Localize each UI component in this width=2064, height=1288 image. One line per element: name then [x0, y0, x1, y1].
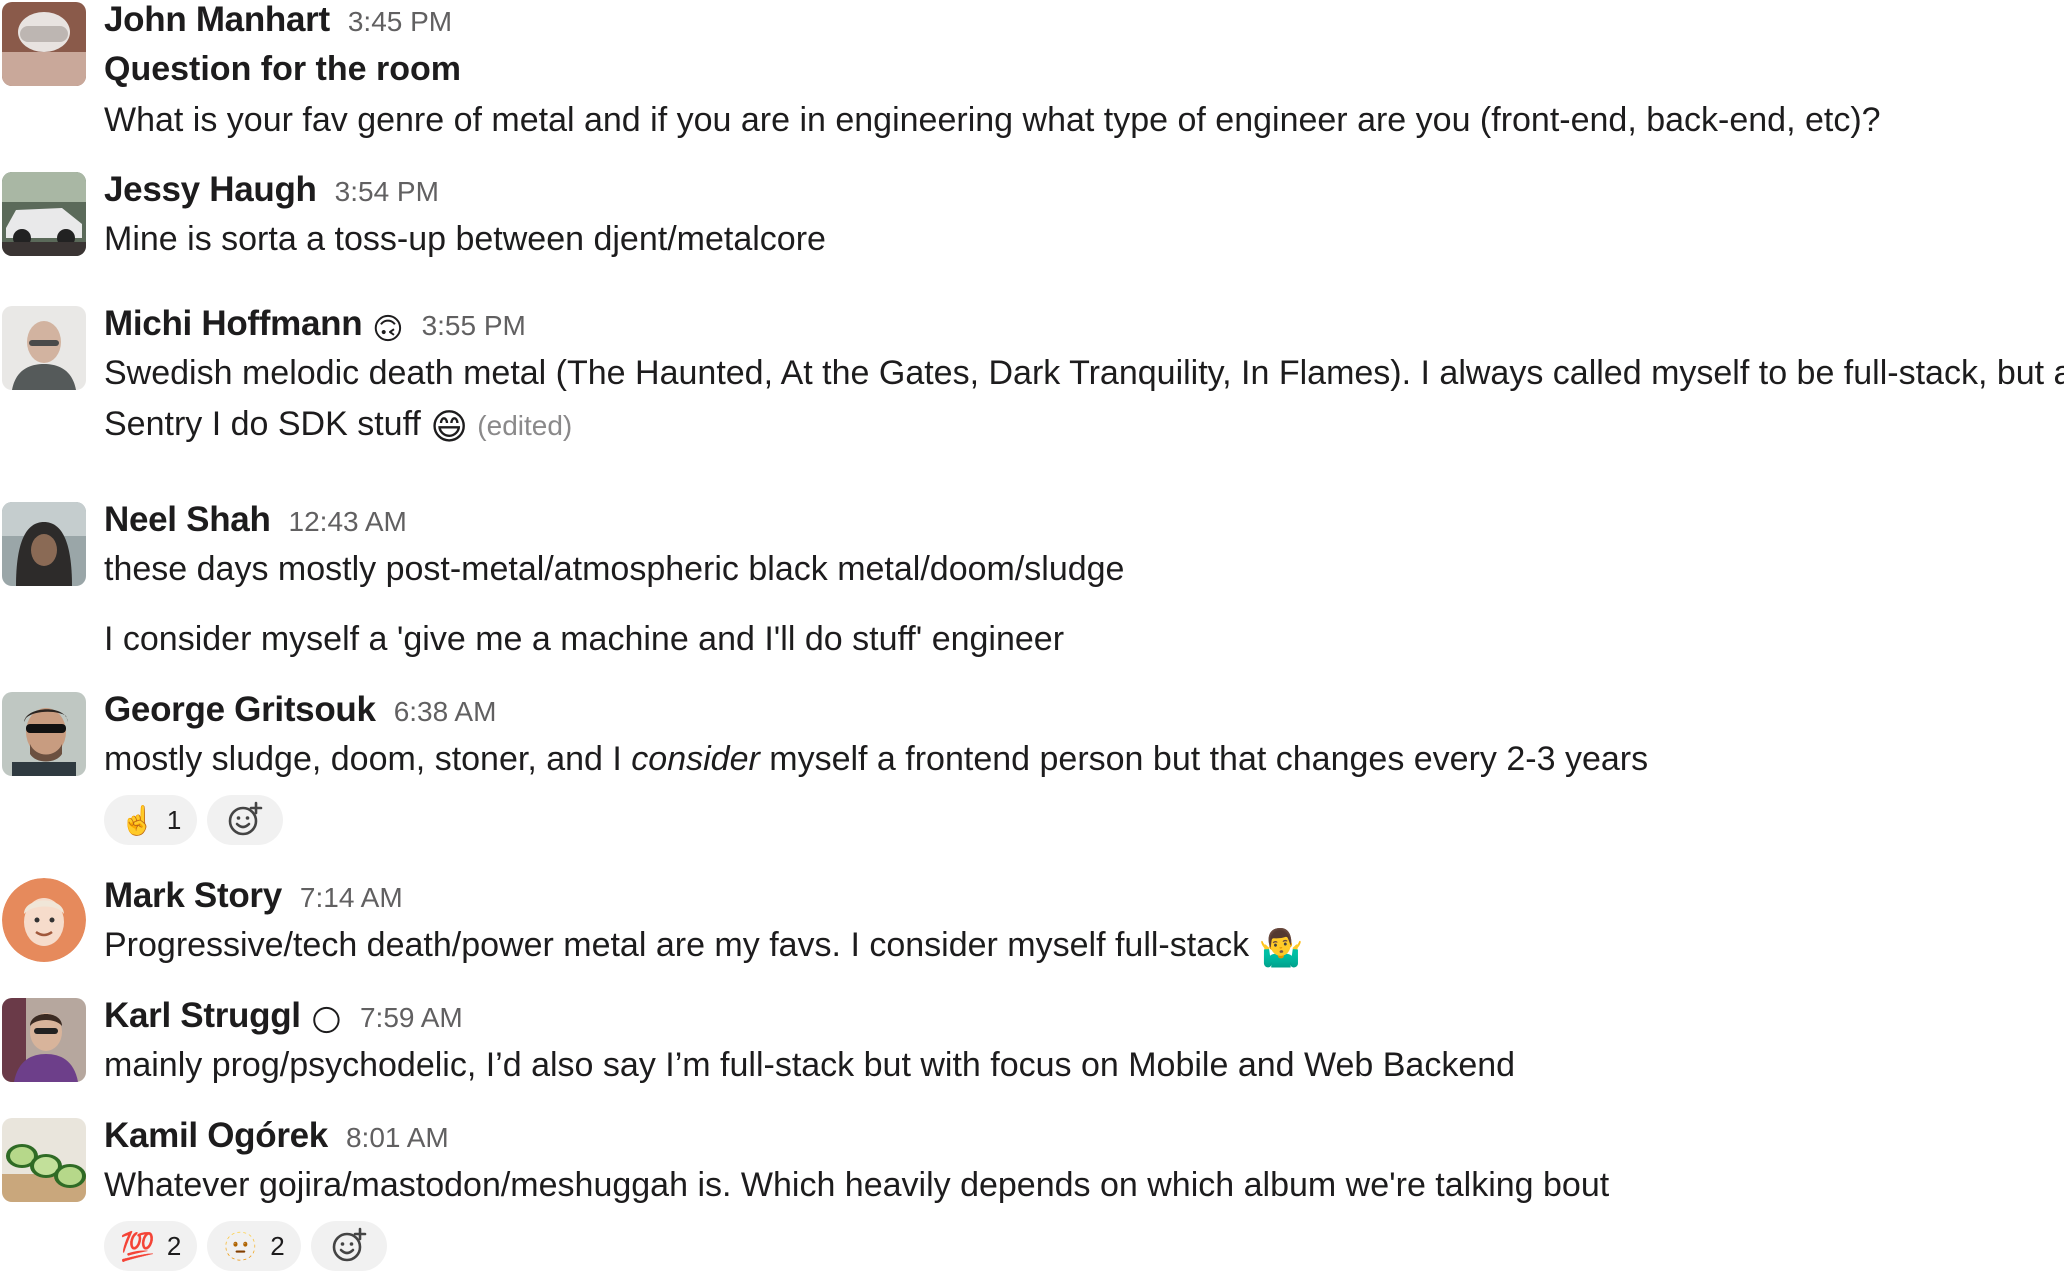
reaction-pill[interactable]: ☝️ 1 — [104, 795, 198, 845]
add-reaction-button[interactable] — [310, 1221, 387, 1271]
point-up-emoji-icon: ☝️ — [120, 804, 155, 836]
message-text: mostly sludge, doom, stoner, and I consi… — [104, 740, 1649, 778]
timestamp[interactable]: 6:38 AM — [394, 696, 497, 728]
avatar[interactable] — [2, 1118, 86, 1202]
shrug-emoji-icon: 🤷‍♂️ — [1258, 927, 1304, 968]
timestamp[interactable]: 12:43 AM — [289, 506, 407, 538]
reaction-count: 1 — [166, 804, 182, 835]
author-name[interactable]: Karl Struggl — [104, 996, 301, 1036]
message-text: What is your fav genre of metal and if y… — [104, 101, 1881, 139]
grinning-emoji-icon: 😄 — [430, 406, 468, 447]
avatar[interactable] — [2, 306, 86, 390]
author-name[interactable]: Neel Shah — [104, 500, 271, 540]
hundred-points-emoji-icon: 💯 — [120, 1230, 155, 1262]
message-text: Progressive/tech death/power metal are m… — [104, 926, 1250, 964]
reaction-count: 2 — [166, 1230, 182, 1261]
message-text: Whatever gojira/mastodon/meshuggah is. W… — [104, 1166, 1610, 1204]
message-text-continued: Sentry I do SDK stuff 😄 (edited) — [104, 399, 2064, 452]
message-text: Swedish melodic death metal (The Haunted… — [104, 354, 2064, 392]
avatar[interactable] — [2, 2, 86, 86]
timestamp[interactable]: 3:54 PM — [335, 176, 439, 208]
message-text: these days mostly post-metal/atmospheric… — [104, 550, 1125, 588]
reactions-bar: 💯 2 🫥 2 — [104, 1221, 2064, 1271]
author-name[interactable]: Mark Story — [104, 876, 282, 916]
author-name[interactable]: Michi Hoffmann — [104, 304, 363, 344]
add-reaction-icon — [229, 801, 263, 836]
dotted-face-emoji-icon: 🫥 — [223, 1230, 259, 1262]
author-name[interactable]: George Gritsouk — [104, 690, 376, 730]
message-text: Mine is sorta a toss-up between djent/me… — [104, 220, 826, 258]
message-text: mainly prog/psychodelic, I’d also say I’… — [104, 1046, 1516, 1084]
timestamp[interactable]: 3:45 PM — [348, 6, 452, 38]
timestamp[interactable]: 3:55 PM — [422, 310, 526, 342]
avatar[interactable] — [2, 502, 86, 586]
message-text: I consider myself a 'give me a machine a… — [104, 620, 1065, 658]
timestamp[interactable]: 7:14 AM — [300, 882, 403, 914]
avatar[interactable] — [2, 172, 86, 256]
status-emoji[interactable]: 🙃 — [372, 315, 403, 345]
author-name[interactable]: Kamil Ogórek — [104, 1116, 328, 1156]
avatar[interactable] — [2, 998, 86, 1082]
reactions-bar: ☝️ 1 — [104, 795, 2064, 845]
author-name[interactable]: Jessy Haugh — [104, 170, 317, 210]
message-text: Question for the room — [104, 50, 461, 88]
status-emoji[interactable]: 🌕 — [311, 1007, 342, 1037]
add-reaction-icon — [332, 1227, 366, 1262]
message-text: Sentry I do SDK stuff — [104, 405, 421, 443]
message-text-with-emoji: Progressive/tech death/power metal are m… — [104, 920, 2064, 973]
avatar[interactable] — [2, 692, 86, 776]
author-name[interactable]: John Manhart — [104, 0, 330, 40]
add-reaction-button[interactable] — [207, 795, 284, 845]
timestamp[interactable]: 8:01 AM — [346, 1122, 449, 1154]
reaction-pill[interactable]: 🫥 2 — [207, 1221, 301, 1271]
edited-label: (edited) — [477, 410, 573, 441]
timestamp[interactable]: 7:59 AM — [360, 1002, 463, 1034]
reaction-count: 2 — [270, 1230, 285, 1261]
avatar[interactable] — [2, 878, 86, 962]
reaction-pill[interactable]: 💯 2 — [104, 1221, 198, 1271]
